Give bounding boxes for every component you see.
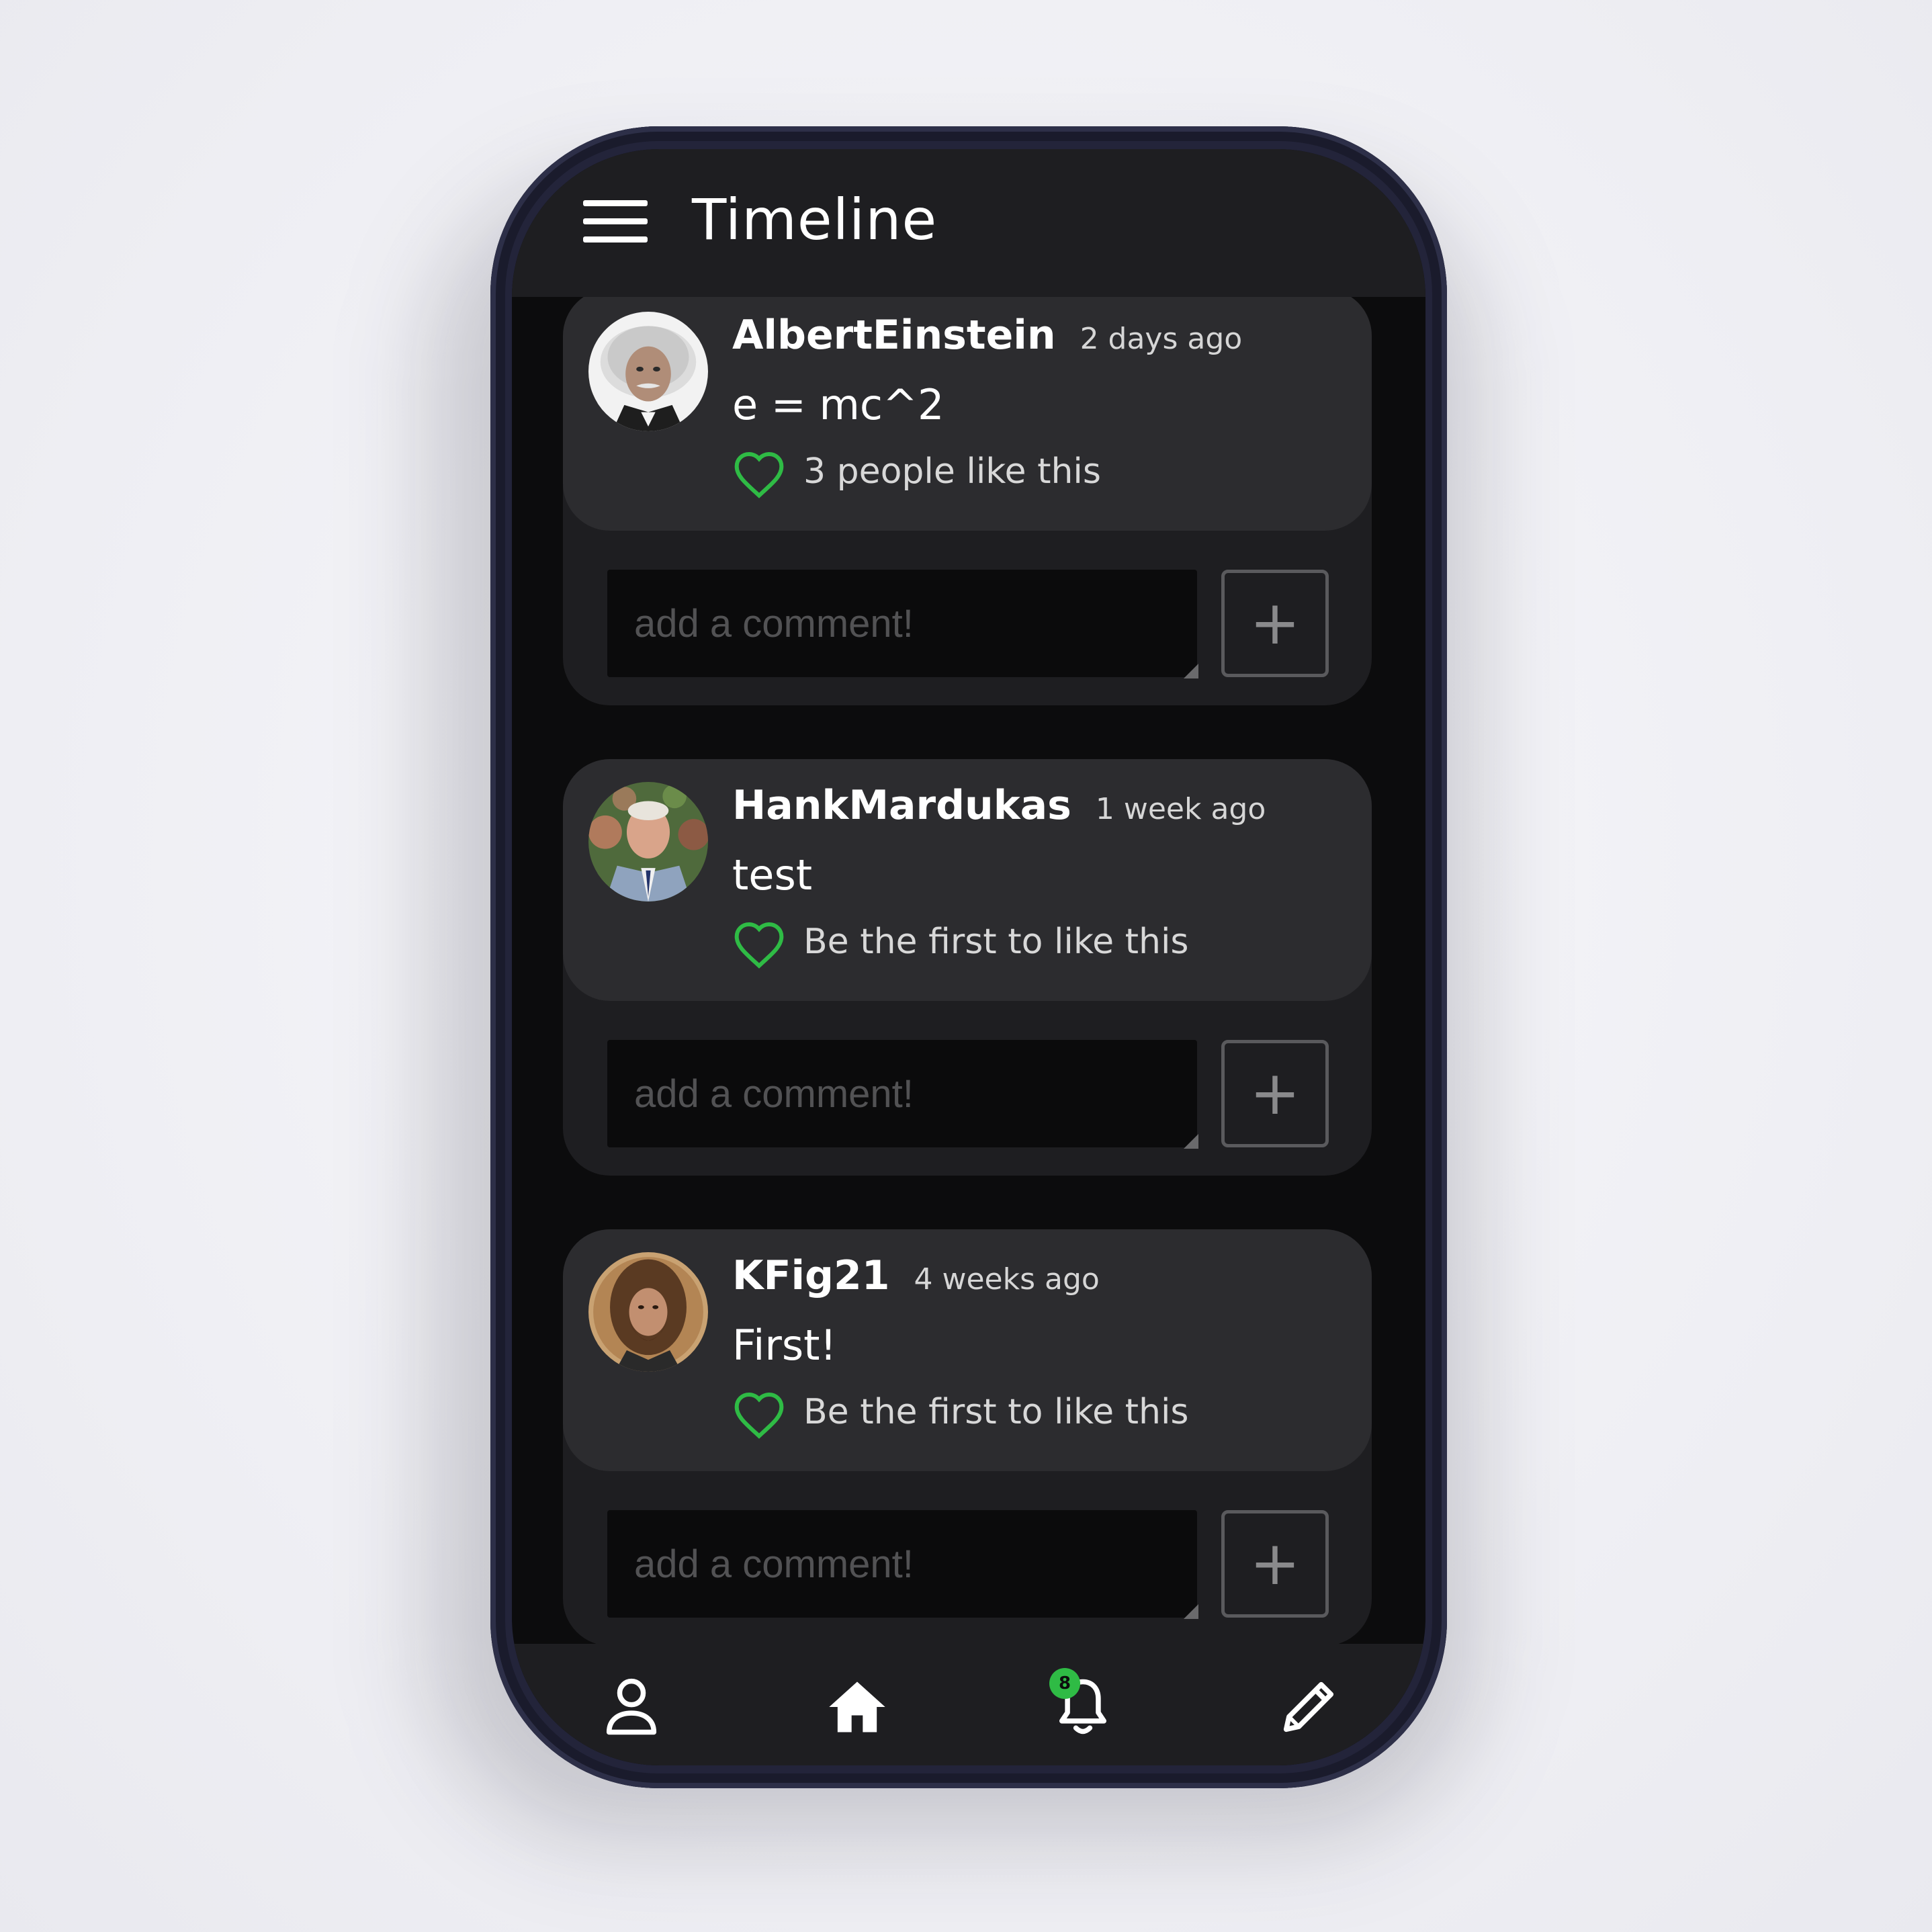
add-comment-button[interactable]: +: [1221, 570, 1329, 677]
nav-compose-button[interactable]: [1275, 1673, 1342, 1741]
app-screen: Timeline AlbertEinstein 2 days ago e = m…: [512, 149, 1425, 1765]
resize-handle[interactable]: [1184, 664, 1198, 678]
top-bar: Timeline: [512, 149, 1425, 297]
resize-handle[interactable]: [1184, 1134, 1198, 1149]
bottom-nav: 8: [512, 1644, 1425, 1765]
avatar[interactable]: [588, 1252, 708, 1372]
post-timestamp: 2 days ago: [1080, 322, 1243, 356]
username-text: HankMardukas: [732, 782, 1071, 829]
heart-icon[interactable]: [732, 1389, 786, 1440]
pencil-icon: [1283, 1681, 1334, 1732]
hamburger-menu-icon[interactable]: [583, 200, 648, 243]
post-body: test: [732, 850, 813, 899]
post-header: HankMardukas 1 week ago test Be the first…: [563, 759, 1372, 1001]
phone-frame: Timeline AlbertEinstein 2 days ago e = m…: [490, 126, 1447, 1788]
like-count: Be the first to like this: [803, 1392, 1189, 1432]
comment-input[interactable]: [607, 1040, 1197, 1147]
nav-profile-button[interactable]: [598, 1673, 665, 1741]
home-icon: [829, 1681, 885, 1732]
heart-icon[interactable]: [732, 449, 786, 500]
post-username[interactable]: HankMardukas 1 week ago: [732, 782, 1266, 829]
comment-input[interactable]: [607, 1510, 1197, 1618]
notification-badge: 8: [1049, 1668, 1080, 1699]
add-comment-button[interactable]: +: [1221, 1040, 1329, 1147]
post-timestamp: 1 week ago: [1095, 792, 1266, 826]
post-card: HankMardukas 1 week ago test Be the first…: [563, 759, 1372, 1176]
post-timestamp: 4 weeks ago: [914, 1262, 1100, 1297]
page-title: Timeline: [692, 187, 938, 253]
heart-icon[interactable]: [732, 919, 786, 970]
username-text: KFig21: [732, 1252, 890, 1299]
timeline-feed[interactable]: AlbertEinstein 2 days ago e = mc^2 3 peop…: [512, 297, 1425, 1644]
add-comment-button[interactable]: +: [1221, 1510, 1329, 1618]
post-card: AlbertEinstein 2 days ago e = mc^2 3 peop…: [563, 297, 1372, 705]
profile-icon: [606, 1678, 657, 1735]
post-header: KFig21 4 weeks ago First! Be the first to…: [563, 1229, 1372, 1471]
resize-handle[interactable]: [1184, 1604, 1198, 1619]
post-card: KFig21 4 weeks ago First! Be the first to…: [563, 1229, 1372, 1644]
avatar[interactable]: [588, 782, 708, 902]
nav-home-button[interactable]: [824, 1673, 891, 1741]
post-username[interactable]: KFig21 4 weeks ago: [732, 1252, 1100, 1299]
nav-notifications-button[interactable]: 8: [1049, 1668, 1116, 1741]
comment-input[interactable]: [607, 570, 1197, 677]
post-header: AlbertEinstein 2 days ago e = mc^2 3 peop…: [563, 297, 1372, 531]
post-body: First!: [732, 1321, 837, 1370]
username-text: AlbertEinstein: [732, 312, 1056, 359]
like-count: 3 people like this: [803, 451, 1101, 492]
post-body: e = mc^2: [732, 380, 945, 429]
post-username[interactable]: AlbertEinstein 2 days ago: [732, 312, 1242, 359]
avatar[interactable]: [588, 312, 708, 431]
like-count: Be the first to like this: [803, 922, 1189, 962]
